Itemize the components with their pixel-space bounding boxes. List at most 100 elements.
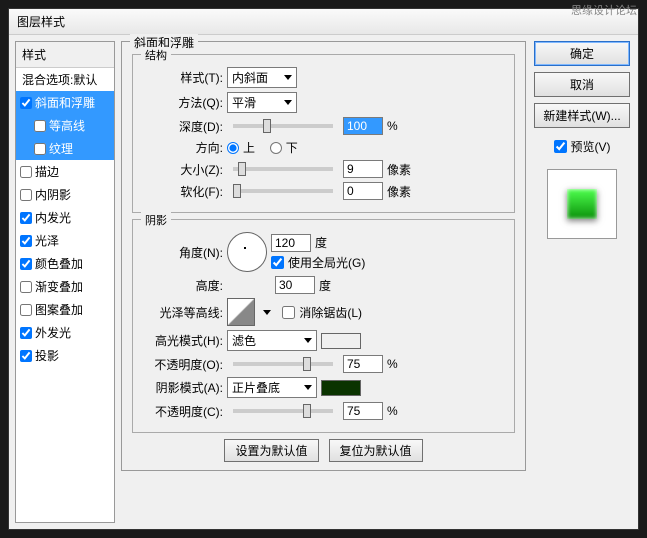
method-value: 平滑 <box>232 94 256 111</box>
highlight-color-swatch[interactable] <box>321 333 361 349</box>
style-checkbox[interactable] <box>20 327 32 339</box>
style-checkbox[interactable] <box>34 143 46 155</box>
dir-up-label: 上 <box>243 139 255 156</box>
angle-picker[interactable] <box>227 232 267 272</box>
new-style-button[interactable]: 新建样式(W)... <box>534 103 630 128</box>
size-input[interactable]: 9 <box>343 160 383 178</box>
main-panel: 斜面和浮雕 结构 样式(T): 内斜面 方法(Q): 平滑 深度(D): 100 <box>121 41 526 523</box>
soften-input[interactable]: 0 <box>343 182 383 200</box>
style-item[interactable]: 颜色叠加 <box>16 252 114 275</box>
size-slider[interactable] <box>233 167 333 171</box>
method-label: 方法(Q): <box>143 94 223 111</box>
style-item[interactable]: 投影 <box>16 344 114 367</box>
style-label: 等高线 <box>49 117 85 134</box>
shadow-opacity-slider[interactable] <box>233 409 333 413</box>
layer-style-dialog: 图层样式 样式 混合选项:默认 斜面和浮雕等高线纹理描边内阴影内发光光泽颜色叠加… <box>8 8 639 530</box>
blend-options-item[interactable]: 混合选项:默认 <box>16 68 114 91</box>
angle-unit: 度 <box>315 234 327 251</box>
style-item[interactable]: 渐变叠加 <box>16 275 114 298</box>
bevel-emboss-fieldset: 斜面和浮雕 结构 样式(T): 内斜面 方法(Q): 平滑 深度(D): 100 <box>121 41 526 471</box>
style-item[interactable]: 内发光 <box>16 206 114 229</box>
depth-slider[interactable] <box>233 124 333 128</box>
method-dropdown[interactable]: 平滑 <box>227 92 297 113</box>
highlight-mode-dropdown[interactable]: 滤色 <box>227 330 317 351</box>
global-light-checkbox[interactable] <box>271 256 284 269</box>
highlight-opacity-unit: % <box>387 357 398 371</box>
global-light-label: 使用全局光(G) <box>288 254 365 271</box>
chevron-down-icon <box>304 385 312 390</box>
slider-thumb[interactable] <box>303 357 311 371</box>
dialog-title: 图层样式 <box>17 15 65 29</box>
angle-input[interactable]: 120 <box>271 234 311 252</box>
cancel-button[interactable]: 取消 <box>534 72 630 97</box>
preview-box <box>547 169 617 239</box>
style-item[interactable]: 斜面和浮雕 <box>16 91 114 114</box>
styles-panel: 样式 混合选项:默认 斜面和浮雕等高线纹理描边内阴影内发光光泽颜色叠加渐变叠加图… <box>15 41 115 523</box>
shading-fieldset: 阴影 角度(N): 120 度 使用全局光(G) <box>132 219 515 433</box>
angle-dot <box>244 247 246 249</box>
style-checkbox[interactable] <box>20 97 32 109</box>
slider-thumb[interactable] <box>303 404 311 418</box>
set-default-button[interactable]: 设置为默认值 <box>224 439 318 462</box>
shading-legend: 阴影 <box>141 212 171 228</box>
chevron-down-icon <box>304 338 312 343</box>
watermark: 思缘设计论坛 <box>571 2 637 18</box>
depth-input[interactable]: 100 <box>343 117 383 135</box>
style-checkbox[interactable] <box>20 258 32 270</box>
reset-default-button[interactable]: 复位为默认值 <box>329 439 423 462</box>
ok-button[interactable]: 确定 <box>534 41 630 66</box>
style-checkbox[interactable] <box>34 120 46 132</box>
style-label: 颜色叠加 <box>35 255 83 272</box>
chevron-down-icon[interactable] <box>263 310 271 315</box>
style-checkbox[interactable] <box>20 235 32 247</box>
style-checkbox[interactable] <box>20 350 32 362</box>
style-checkbox[interactable] <box>20 212 32 224</box>
title-bar: 图层样式 <box>9 9 638 35</box>
style-item[interactable]: 纹理 <box>16 137 114 160</box>
right-panel: 确定 取消 新建样式(W)... 预览(V) <box>532 41 632 523</box>
preview-swatch <box>567 189 597 219</box>
shadow-opacity-input[interactable]: 75 <box>343 402 383 420</box>
style-label: 渐变叠加 <box>35 278 83 295</box>
altitude-input[interactable]: 30 <box>275 276 315 294</box>
shadow-mode-label: 阴影模式(A): <box>143 379 223 396</box>
slider-thumb[interactable] <box>263 119 271 133</box>
style-item[interactable]: 内阴影 <box>16 183 114 206</box>
direction-down-radio[interactable] <box>270 142 282 154</box>
style-checkbox[interactable] <box>20 281 32 293</box>
highlight-mode-label: 高光模式(H): <box>143 332 223 349</box>
style-item[interactable]: 描边 <box>16 160 114 183</box>
soften-slider[interactable] <box>233 189 333 193</box>
slider-thumb[interactable] <box>233 184 241 198</box>
shadow-opacity-label: 不透明度(C): <box>143 403 223 420</box>
gloss-contour-picker[interactable] <box>227 298 255 326</box>
styles-list: 混合选项:默认 斜面和浮雕等高线纹理描边内阴影内发光光泽颜色叠加渐变叠加图案叠加… <box>16 68 114 367</box>
structure-legend: 结构 <box>141 47 171 63</box>
preview-checkbox[interactable] <box>554 140 567 153</box>
style-item[interactable]: 外发光 <box>16 321 114 344</box>
style-value: 内斜面 <box>232 69 268 86</box>
antialias-checkbox[interactable] <box>282 306 295 319</box>
structure-fieldset: 结构 样式(T): 内斜面 方法(Q): 平滑 深度(D): 100 % <box>132 54 515 213</box>
style-checkbox[interactable] <box>20 304 32 316</box>
size-unit: 像素 <box>387 161 411 178</box>
soften-label: 软化(F): <box>143 183 223 200</box>
chevron-down-icon <box>284 100 292 105</box>
depth-label: 深度(D): <box>143 118 223 135</box>
style-checkbox[interactable] <box>20 189 32 201</box>
style-item[interactable]: 等高线 <box>16 114 114 137</box>
style-item[interactable]: 光泽 <box>16 229 114 252</box>
highlight-mode-value: 滤色 <box>232 332 256 349</box>
antialias-label: 消除锯齿(L) <box>299 304 362 321</box>
highlight-opacity-slider[interactable] <box>233 362 333 366</box>
shadow-color-swatch[interactable] <box>321 380 361 396</box>
highlight-opacity-input[interactable]: 75 <box>343 355 383 373</box>
slider-thumb[interactable] <box>238 162 246 176</box>
styles-header: 样式 <box>16 42 114 68</box>
style-dropdown[interactable]: 内斜面 <box>227 67 297 88</box>
shadow-mode-dropdown[interactable]: 正片叠底 <box>227 377 317 398</box>
style-item[interactable]: 图案叠加 <box>16 298 114 321</box>
preview-label: 预览(V) <box>571 138 611 155</box>
style-checkbox[interactable] <box>20 166 32 178</box>
direction-up-radio[interactable] <box>227 142 239 154</box>
